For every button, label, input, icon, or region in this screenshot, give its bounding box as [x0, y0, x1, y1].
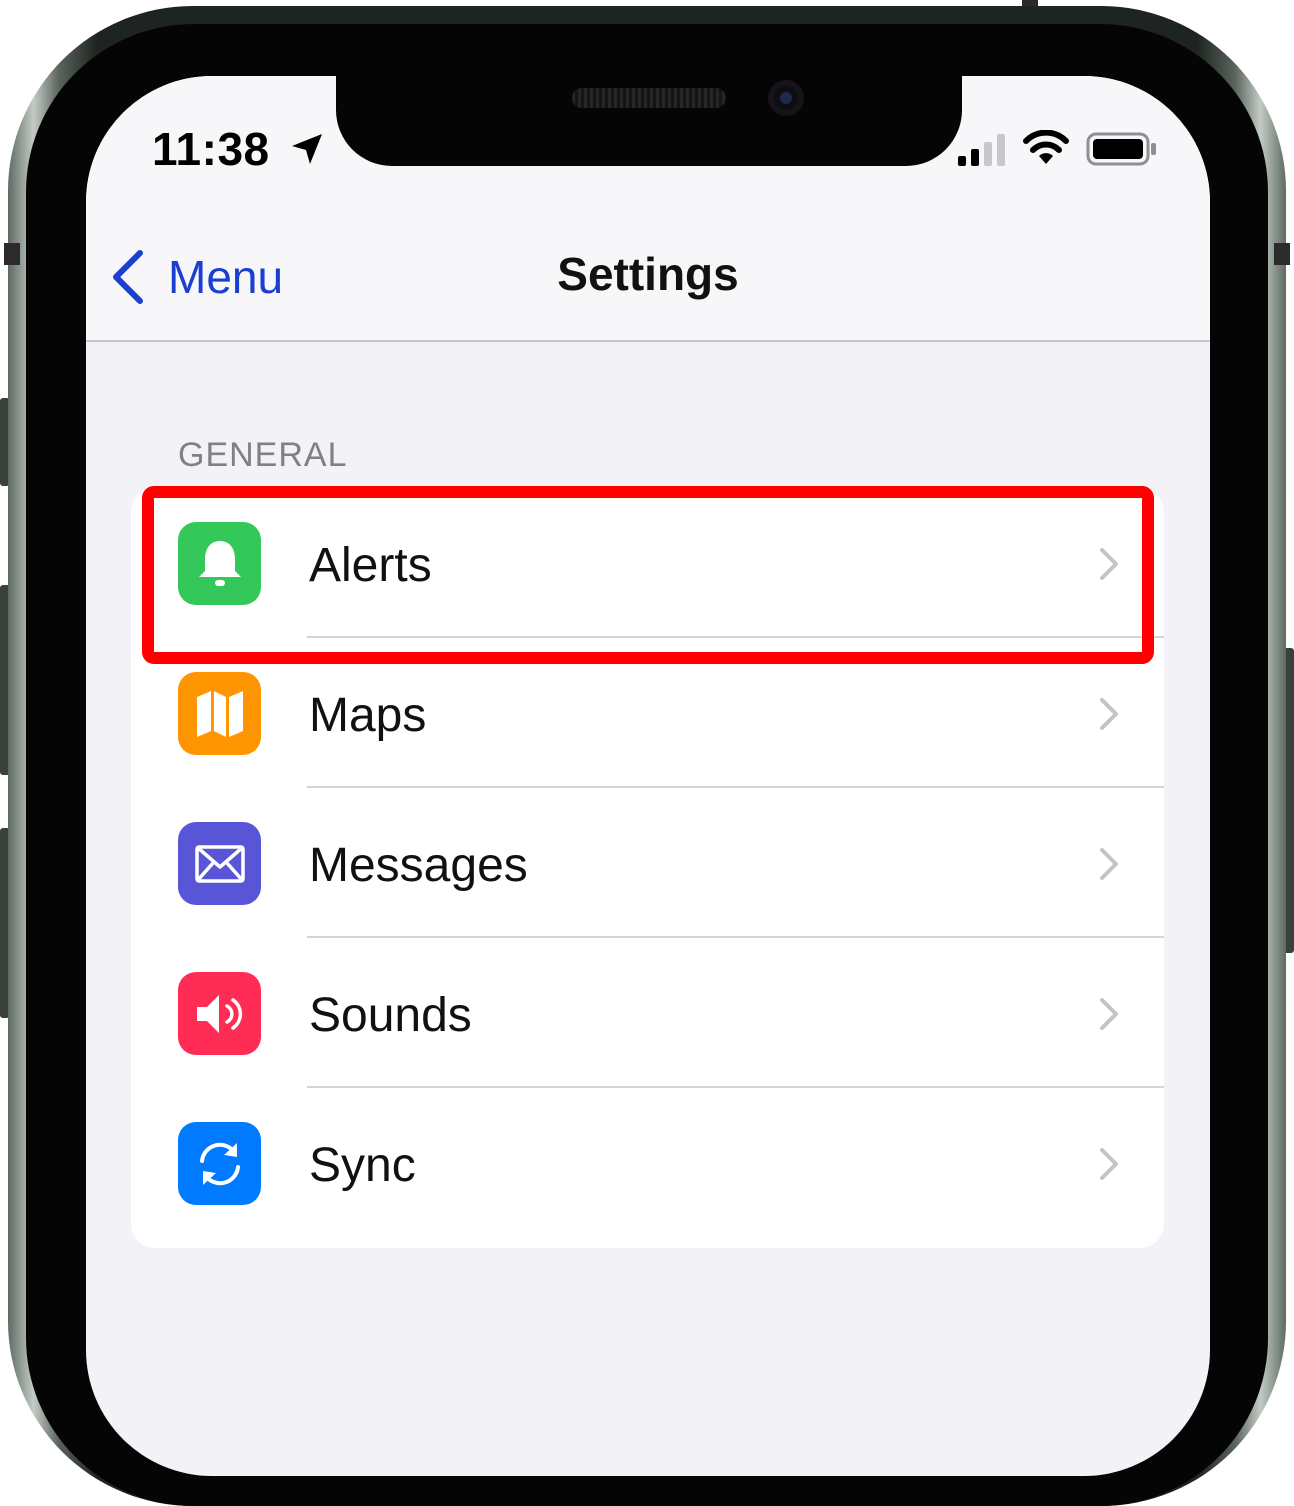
page-title: Settings	[557, 248, 739, 300]
settings-row-sounds[interactable]: Sounds	[131, 938, 1164, 1088]
sounds-app-icon	[178, 972, 261, 1055]
messages-app-icon	[178, 822, 261, 905]
row-label: Sounds	[309, 989, 472, 1042]
front-camera	[768, 80, 804, 116]
alerts-app-icon	[178, 522, 261, 605]
antenna-band	[1274, 243, 1290, 265]
chevron-right-icon	[1100, 698, 1118, 730]
earpiece-speaker	[572, 88, 726, 108]
settings-row-alerts[interactable]: Alerts	[131, 488, 1164, 638]
section-header: GENERAL	[178, 436, 348, 474]
settings-row-messages[interactable]: Messages	[131, 788, 1164, 938]
row-label: Maps	[309, 689, 427, 742]
location-arrow-icon	[292, 134, 322, 164]
chevron-right-icon	[1100, 998, 1118, 1030]
maps-app-icon	[178, 672, 261, 755]
antenna-band	[4, 243, 20, 265]
navigation-bar: Menu Settings	[86, 221, 1210, 342]
wifi-icon	[1023, 130, 1069, 164]
battery-icon	[1086, 132, 1156, 166]
sync-icon	[199, 1142, 240, 1185]
sync-app-icon	[178, 1122, 261, 1205]
chevron-right-icon	[1100, 1148, 1118, 1180]
chevron-right-icon	[1100, 548, 1118, 580]
row-label: Messages	[309, 839, 528, 892]
phone-screen: 11:38 Menu Settings GENERAL Alerts Maps …	[86, 76, 1210, 1476]
status-time: 11:38	[152, 123, 270, 175]
speaker-icon	[196, 994, 242, 1033]
row-label: Alerts	[309, 539, 432, 592]
settings-list: Alerts Maps Messages Sounds Sync	[131, 488, 1164, 1248]
cellular-signal-icon	[958, 134, 1005, 166]
envelope-icon	[194, 844, 245, 883]
bell-icon	[198, 540, 241, 586]
row-label: Sync	[309, 1139, 416, 1192]
settings-row-maps[interactable]: Maps	[131, 638, 1164, 788]
settings-row-sync[interactable]: Sync	[131, 1088, 1164, 1238]
chevron-right-icon	[1100, 848, 1118, 880]
map-icon	[196, 690, 243, 737]
notch	[336, 76, 962, 166]
